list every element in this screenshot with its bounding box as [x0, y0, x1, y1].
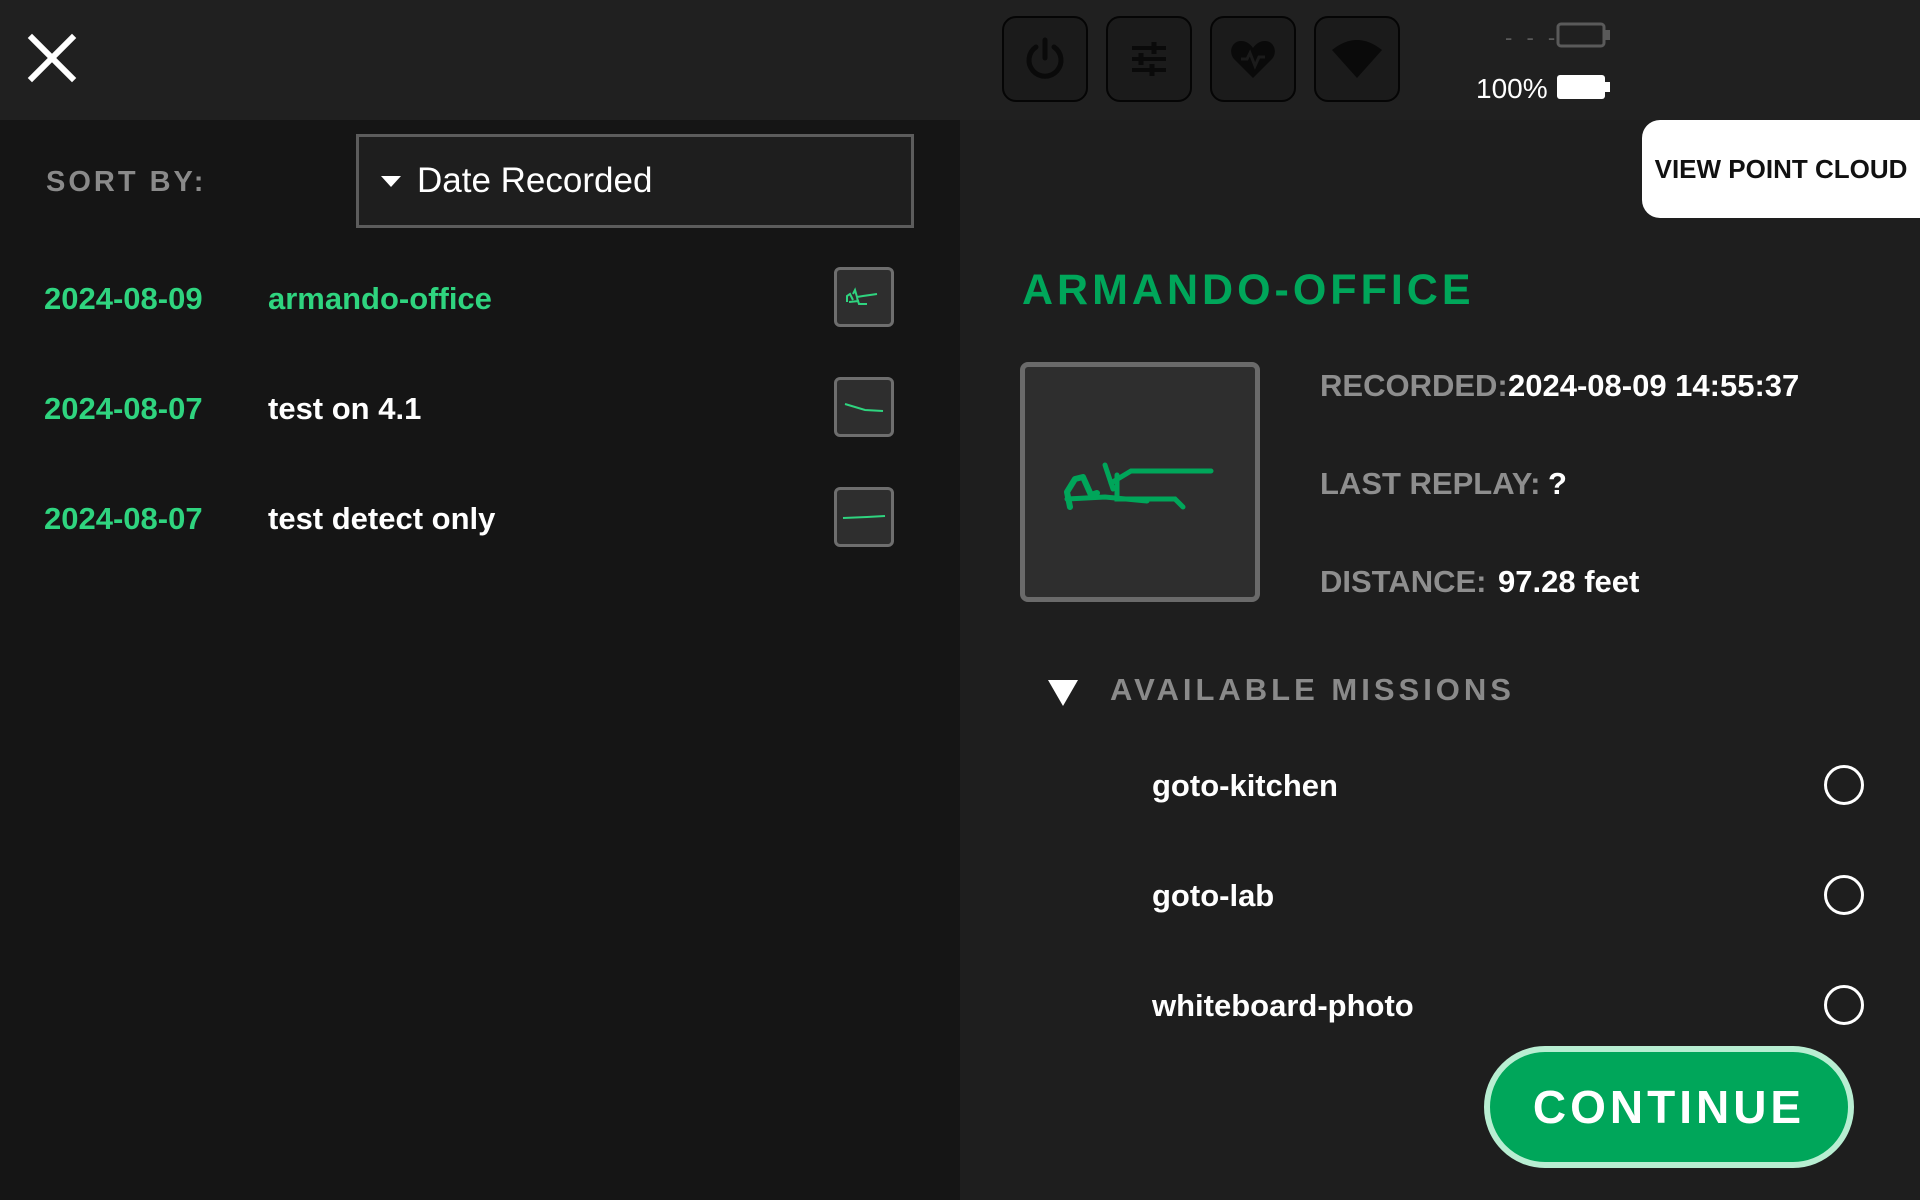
- health-button[interactable]: [1210, 16, 1296, 102]
- mission-radio[interactable]: [1824, 985, 1864, 1025]
- map-thumbnail: [834, 377, 894, 437]
- wifi-button[interactable]: [1314, 16, 1400, 102]
- mission-name: goto-kitchen: [1152, 768, 1338, 803]
- battery-empty-icon: [1556, 22, 1610, 48]
- map-preview: [1020, 362, 1260, 602]
- sort-dropdown[interactable]: Date Recorded: [356, 134, 914, 228]
- recorded-label: RECORDED:: [1320, 368, 1508, 403]
- map-name: test on 4.1: [268, 391, 422, 426]
- missions-heading: AVAILABLE MISSIONS: [1110, 672, 1515, 707]
- map-title: ARMANDO-OFFICE: [1022, 266, 1475, 314]
- distance-value: 97.28 feet: [1498, 564, 1640, 599]
- power-icon: [1026, 37, 1064, 79]
- power-button[interactable]: [1002, 16, 1088, 102]
- map-date: 2024-08-07: [44, 501, 203, 536]
- mission-item[interactable]: goto-kitchen: [1100, 730, 1880, 840]
- mission-name: whiteboard-photo: [1152, 988, 1414, 1023]
- map-thumbnail: [834, 487, 894, 547]
- map-list-item[interactable]: 2024-08-07 test on 4.1: [0, 353, 960, 463]
- close-icon[interactable]: [24, 30, 80, 86]
- mission-radio[interactable]: [1824, 875, 1864, 915]
- missions-collapse-toggle[interactable]: [1046, 678, 1080, 713]
- mission-item[interactable]: goto-lab: [1100, 840, 1880, 950]
- sliders-icon: [1132, 42, 1166, 76]
- mission-name: goto-lab: [1152, 878, 1275, 913]
- battery-percent: 100%: [1476, 73, 1548, 104]
- heart-icon: [1231, 41, 1275, 78]
- view-point-cloud-button[interactable]: VIEW POINT CLOUD: [1642, 120, 1920, 218]
- map-name: armando-office: [268, 281, 492, 316]
- distance-label: DISTANCE:: [1320, 564, 1487, 599]
- map-list-item[interactable]: 2024-08-09 armando-office: [0, 243, 960, 353]
- map-list-item[interactable]: 2024-08-07 test detect only: [0, 463, 960, 573]
- recorded-value: 2024-08-09 14:55:37: [1508, 368, 1800, 403]
- continue-button[interactable]: CONTINUE: [1484, 1046, 1854, 1168]
- mission-item[interactable]: whiteboard-photo: [1100, 950, 1880, 1060]
- caret-down-icon: [381, 175, 401, 187]
- sort-label: SORT BY:: [46, 166, 207, 198]
- settings-button[interactable]: [1106, 16, 1192, 102]
- secondary-battery-label: - - -: [1505, 25, 1560, 50]
- battery-full-icon: [1557, 75, 1610, 99]
- mission-radio[interactable]: [1824, 765, 1864, 805]
- triangle-down-icon: [1048, 680, 1078, 706]
- top-bar: - - - 100%: [0, 0, 1920, 120]
- last-replay-label: LAST REPLAY:: [1320, 466, 1541, 501]
- map-date: 2024-08-07: [44, 391, 203, 426]
- sort-value: Date Recorded: [417, 161, 653, 200]
- map-thumbnail: [834, 267, 894, 327]
- map-name: test detect only: [268, 501, 496, 536]
- wifi-icon: [1332, 40, 1382, 78]
- map-date: 2024-08-09: [44, 281, 203, 316]
- last-replay-value: ?: [1548, 466, 1567, 501]
